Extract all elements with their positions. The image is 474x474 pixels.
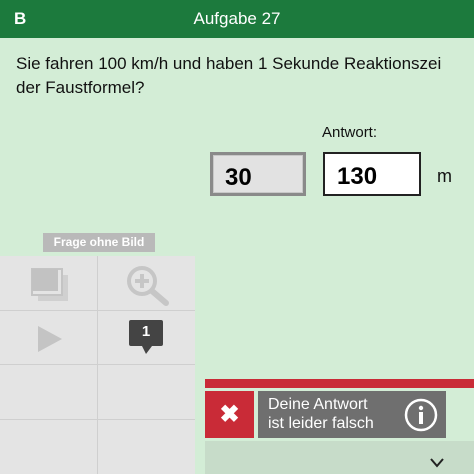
answer-field-2[interactable]: 130 [323, 152, 421, 196]
page-title: Aufgabe 27 [193, 9, 281, 28]
header-bar: B Aufgabe 27 [0, 0, 474, 38]
grid-divider [97, 256, 98, 474]
chevron-down-icon[interactable] [430, 458, 444, 468]
grid-divider [0, 419, 195, 420]
close-icon[interactable]: ✖ [205, 391, 254, 438]
comment-count: 1 [141, 323, 151, 340]
feedback-line-1: Deine Antwort [268, 396, 368, 413]
no-image-badge: Frage ohne Bild [43, 233, 155, 252]
answer-field-1[interactable]: 30 [210, 152, 306, 196]
zoom-in-icon[interactable] [124, 263, 170, 307]
comment-icon[interactable]: 1 [128, 318, 164, 358]
play-icon[interactable] [36, 324, 64, 354]
question-line-2: der Faustformel? [16, 78, 145, 97]
feedback-message: Deine Antwort ist leider falsch [258, 391, 446, 438]
info-icon[interactable] [404, 398, 438, 432]
feedback-line-2: ist leider falsch [268, 415, 374, 432]
unit-label: m [437, 166, 452, 186]
gallery-icon[interactable] [28, 265, 72, 305]
answer-label: Antwort: [322, 124, 378, 141]
grid-divider [0, 310, 195, 311]
grid-divider [0, 364, 195, 365]
question-line-1: Sie fahren 100 km/h und haben 1 Sekunde … [16, 54, 442, 73]
question-text: Sie fahren 100 km/h und haben 1 Sekunde … [16, 52, 474, 100]
feedback-bar [205, 379, 474, 388]
